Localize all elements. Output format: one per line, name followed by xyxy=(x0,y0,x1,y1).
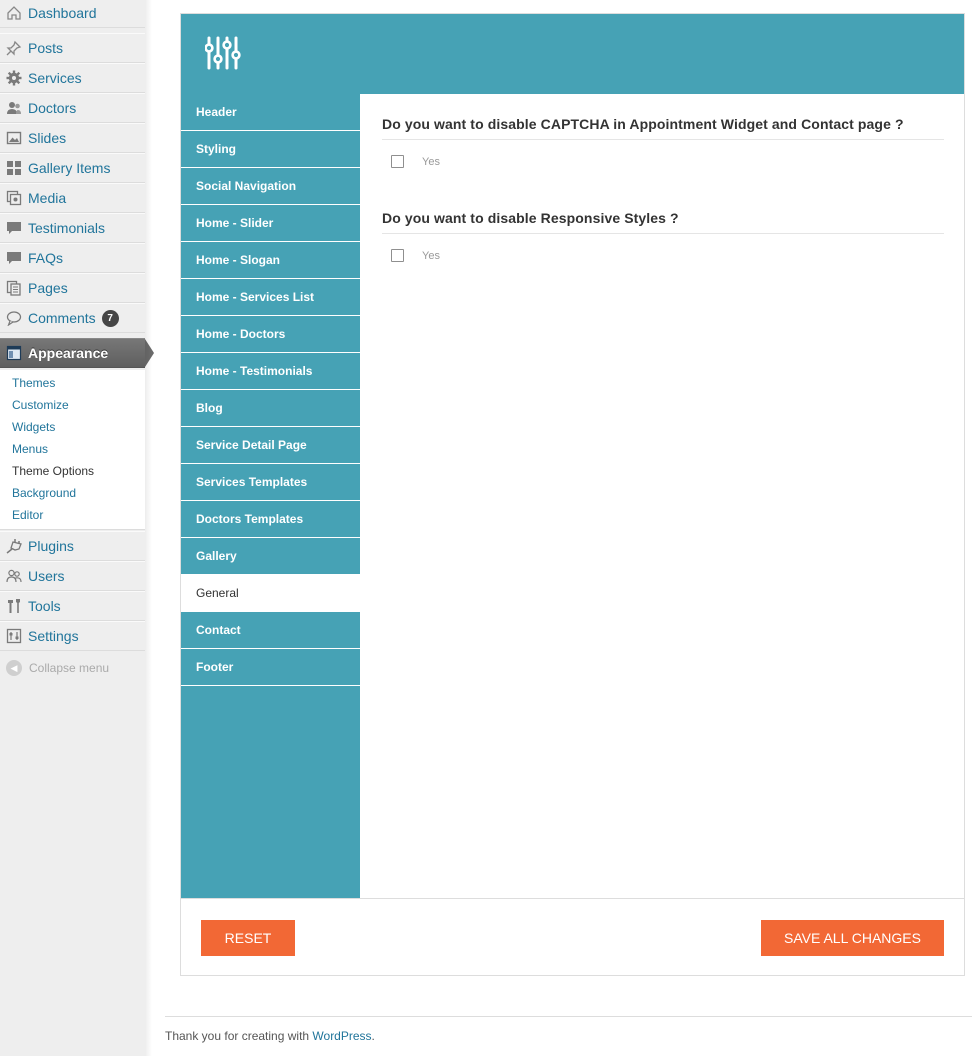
tab-home-doctors[interactable]: Home - Doctors xyxy=(181,316,360,353)
disable-captcha-label: Yes xyxy=(422,156,440,168)
appearance-icon xyxy=(6,345,22,361)
tab-services-templates[interactable]: Services Templates xyxy=(181,464,360,501)
captcha-question-title: Do you want to disable CAPTCHA in Appoin… xyxy=(382,116,904,132)
sidebar-item-label: Plugins xyxy=(28,538,74,554)
reset-button[interactable]: RESET xyxy=(201,920,295,956)
sidebar-item-label: FAQs xyxy=(28,250,64,266)
submenu-item-theme-options[interactable]: Theme Options xyxy=(12,464,94,478)
sidebar-item-dashboard[interactable]: Dashboard xyxy=(0,0,145,28)
comments-count-badge: 7 xyxy=(101,309,119,327)
options-content: Do you want to disable CAPTCHA in Appoin… xyxy=(360,94,964,898)
image-icon xyxy=(6,130,22,146)
disable-responsive-checkbox[interactable] xyxy=(391,249,404,262)
sidebar-item-media[interactable]: Media xyxy=(0,183,145,213)
sidebar-item-label: Media xyxy=(28,190,67,206)
users-icon xyxy=(6,568,22,584)
sidebar-item-label: Settings xyxy=(28,628,79,644)
sidebar-item-users[interactable]: Users xyxy=(0,561,145,591)
users-icon xyxy=(6,100,22,116)
tab-footer[interactable]: Footer xyxy=(181,649,360,686)
admin-footer: Thank you for creating with WordPress. xyxy=(165,1029,375,1043)
sidebar-item-label: Slides xyxy=(28,130,67,146)
sidebar-item-slides[interactable]: Slides xyxy=(0,123,145,153)
divider xyxy=(382,139,944,140)
sidebar-item-label: Dashboard xyxy=(28,5,97,21)
appearance-submenu: Themes Customize Widgets Menus Theme Opt… xyxy=(0,370,145,530)
tab-blog[interactable]: Blog xyxy=(181,390,360,427)
sidebar-item-testimonials[interactable]: Testimonials xyxy=(0,213,145,243)
comment-icon xyxy=(6,310,22,326)
panel-footer: RESET SAVE ALL CHANGES xyxy=(181,898,964,975)
collapse-menu-button[interactable]: ◀ Collapse menu xyxy=(6,660,109,676)
submenu-item-editor[interactable]: Editor xyxy=(12,508,43,522)
pushpin-icon xyxy=(6,40,22,56)
collapse-menu-label: Collapse menu xyxy=(29,661,110,675)
sidebar-item-label: Testimonials xyxy=(28,220,106,236)
speech-bubble-icon xyxy=(6,250,22,266)
gear-icon xyxy=(6,70,22,86)
sidebar-item-label: Comments xyxy=(28,310,96,326)
panel-header xyxy=(181,14,964,94)
submenu-item-menus[interactable]: Menus xyxy=(12,442,48,456)
sidebar-item-label: Doctors xyxy=(28,100,77,116)
sidebar-item-label: Users xyxy=(28,568,65,584)
sidebar-item-doctors[interactable]: Doctors xyxy=(0,93,145,123)
responsive-question-title: Do you want to disable Responsive Styles… xyxy=(382,210,679,226)
dashboard-icon xyxy=(6,5,22,21)
tab-home-testimonials[interactable]: Home - Testimonials xyxy=(181,353,360,390)
submenu-item-customize[interactable]: Customize xyxy=(12,398,69,412)
pages-icon xyxy=(6,280,22,296)
sidebar-item-label: Pages xyxy=(28,280,68,296)
sidebar-item-tools[interactable]: Tools xyxy=(0,591,145,621)
tab-home-services-list[interactable]: Home - Services List xyxy=(181,279,360,316)
divider xyxy=(382,233,944,234)
disable-captcha-checkbox[interactable] xyxy=(391,155,404,168)
collapse-arrow-icon: ◀ xyxy=(6,660,22,676)
tab-styling[interactable]: Styling xyxy=(181,131,360,168)
footer-suffix: . xyxy=(371,1029,375,1043)
sidebar-item-gallery-items[interactable]: Gallery Items xyxy=(0,153,145,183)
footer-text: Thank you for creating with xyxy=(165,1029,313,1043)
sidebar-item-label: Gallery Items xyxy=(28,160,111,176)
media-icon xyxy=(6,190,22,206)
tab-social-navigation[interactable]: Social Navigation xyxy=(181,168,360,205)
tab-service-detail-page[interactable]: Service Detail Page xyxy=(181,427,360,464)
submenu-item-themes[interactable]: Themes xyxy=(12,376,55,390)
sidebar-item-label: Posts xyxy=(28,40,64,56)
sidebar-item-pages[interactable]: Pages xyxy=(0,273,145,303)
tab-home-slogan[interactable]: Home - Slogan xyxy=(181,242,360,279)
grid-icon xyxy=(6,160,22,176)
sidebar-item-label: Services xyxy=(28,70,82,86)
tab-doctors-templates[interactable]: Doctors Templates xyxy=(181,501,360,538)
settings-icon xyxy=(6,628,22,644)
tab-home-slider[interactable]: Home - Slider xyxy=(181,205,360,242)
tab-gallery[interactable]: Gallery xyxy=(181,538,360,575)
tab-contact[interactable]: Contact xyxy=(181,612,360,649)
wordpress-link[interactable]: WordPress xyxy=(312,1029,371,1043)
sidebar-item-settings[interactable]: Settings xyxy=(0,621,145,651)
footer-divider xyxy=(165,1016,972,1017)
sidebar-item-appearance[interactable]: Appearance xyxy=(0,338,154,368)
submenu-item-background[interactable]: Background xyxy=(12,486,76,500)
tab-general[interactable]: General xyxy=(181,575,360,612)
disable-responsive-label: Yes xyxy=(422,250,440,262)
sidebar-item-faqs[interactable]: FAQs xyxy=(0,243,145,273)
sidebar-item-posts[interactable]: Posts xyxy=(0,33,145,63)
options-tab-list: Header Styling Social Navigation Home - … xyxy=(181,94,360,898)
sidebar-item-comments[interactable]: Comments 7 xyxy=(0,303,145,333)
sidebar-item-services[interactable]: Services xyxy=(0,63,145,93)
tab-header[interactable]: Header xyxy=(181,94,360,131)
speech-bubble-icon xyxy=(6,220,22,236)
theme-options-panel: Header Styling Social Navigation Home - … xyxy=(180,13,965,976)
admin-sidebar: Dashboard Posts Services Doctors Slides … xyxy=(0,0,154,1056)
submenu-item-widgets[interactable]: Widgets xyxy=(12,420,55,434)
sidebar-item-plugins[interactable]: Plugins xyxy=(0,531,145,561)
plug-icon xyxy=(6,538,22,554)
save-all-changes-button[interactable]: SAVE ALL CHANGES xyxy=(761,920,944,956)
tools-icon xyxy=(6,598,22,614)
sliders-icon xyxy=(205,36,241,70)
sidebar-item-label: Tools xyxy=(28,598,61,614)
sidebar-item-label: Appearance xyxy=(28,345,109,361)
